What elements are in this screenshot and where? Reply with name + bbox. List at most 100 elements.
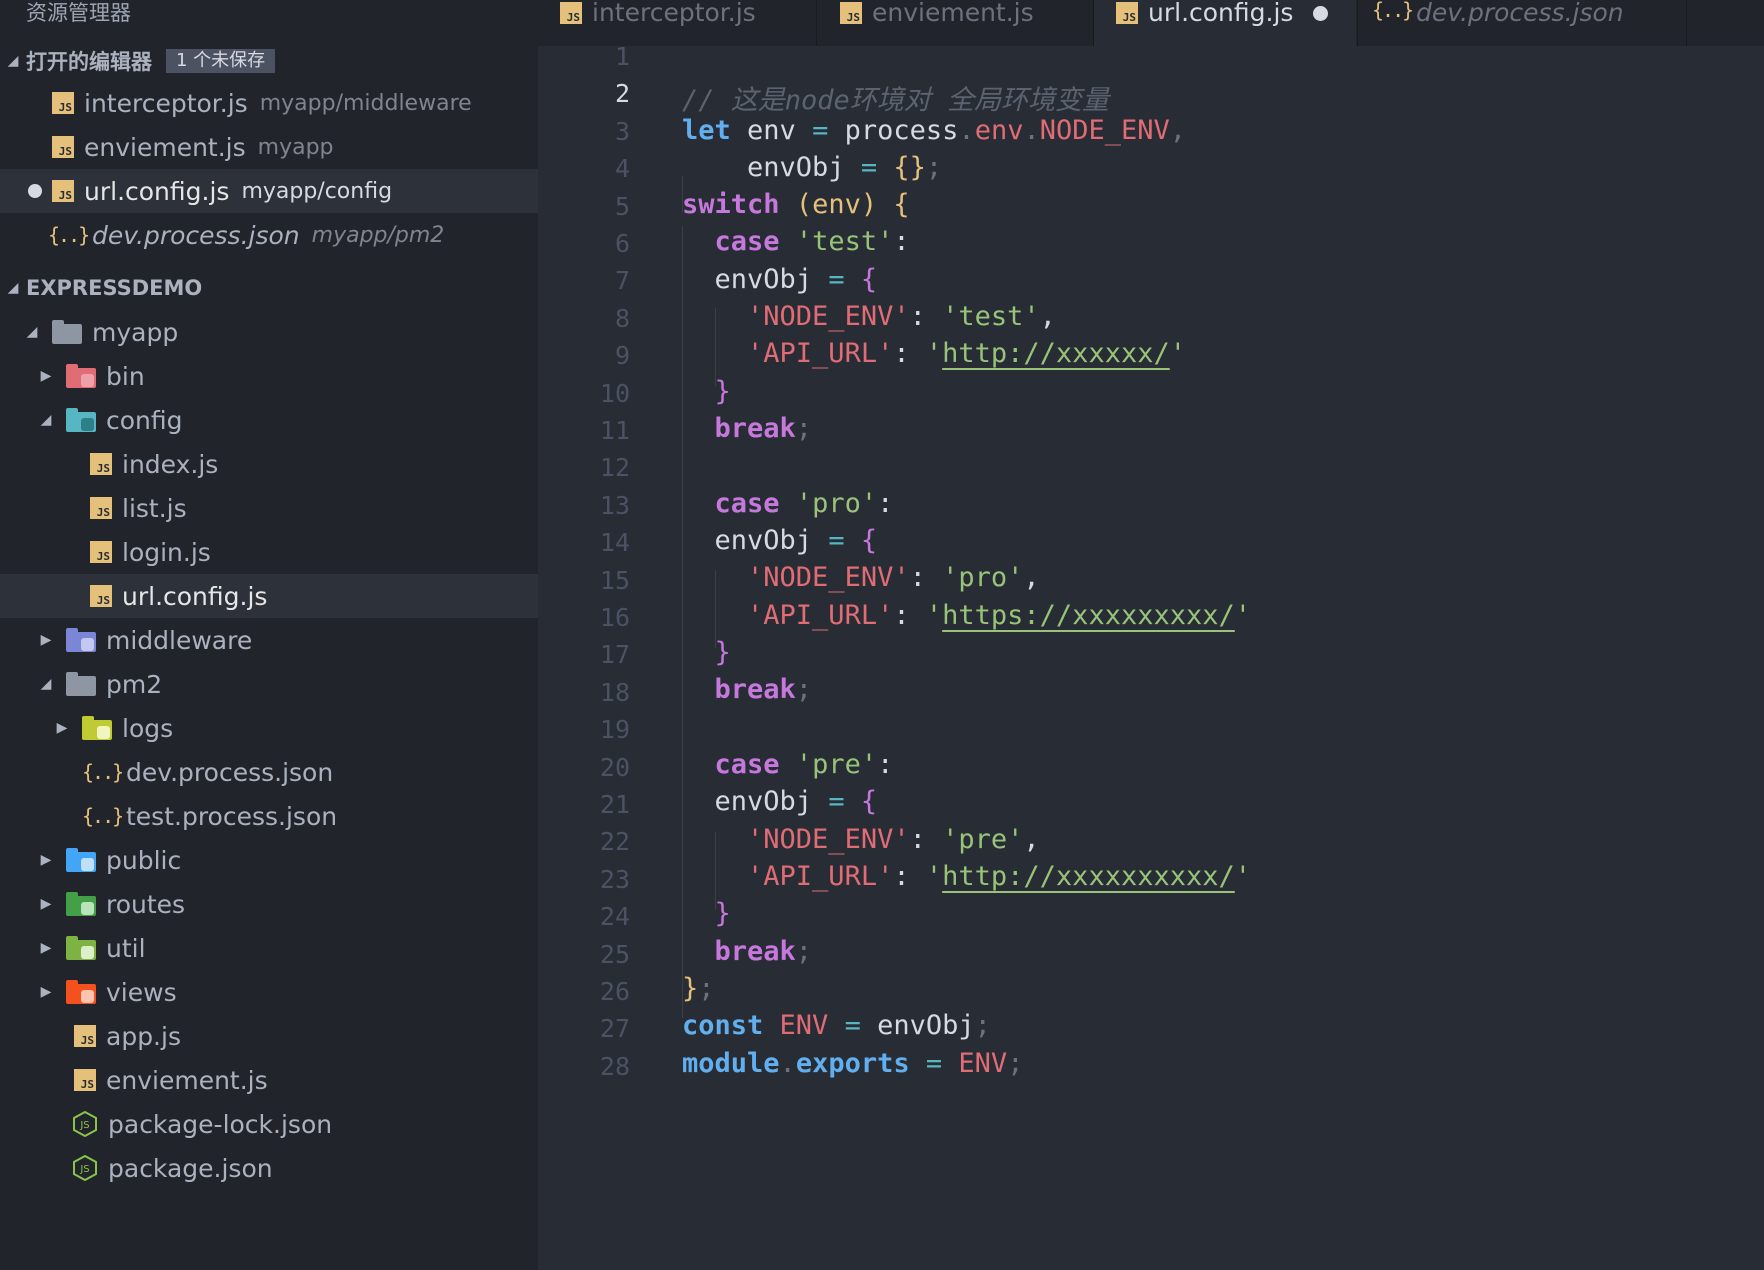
brace: {: [860, 525, 878, 556]
tab-interceptor[interactable]: JS interceptor.js: [560, 0, 810, 46]
project-header[interactable]: ◢ EXPRESSDEMO: [0, 267, 538, 309]
string: 'pre': [795, 749, 878, 780]
modified-dot-icon[interactable]: [1313, 6, 1329, 21]
tab-url-config[interactable]: JS url.config.js: [1094, 0, 1356, 46]
js-file-icon: JS: [52, 136, 74, 158]
line-number[interactable]: 3: [538, 117, 630, 146]
code-line-23: 'API_URL': 'http://xxxxxxxxxx/': [682, 861, 1251, 892]
tab-enviement[interactable]: JS enviement.js: [840, 0, 1090, 46]
logs-folder-icon: [82, 716, 112, 740]
svg-text:JS: JS: [79, 1120, 89, 1131]
punctuation: ;: [1007, 1048, 1024, 1079]
tree-label: index.js: [122, 449, 219, 479]
keyword: case: [714, 749, 780, 780]
punctuation: ;: [795, 936, 813, 967]
keyword: break: [714, 674, 796, 705]
open-editors-header[interactable]: ◢ 打开的编辑器 1 个未保存: [0, 40, 538, 82]
file-path: myapp/middleware: [259, 90, 472, 116]
line-number[interactable]: 8: [538, 304, 630, 333]
tree-file[interactable]: JS index.js: [0, 442, 538, 486]
open-editor-item-active[interactable]: JS url.config.js myapp/config: [0, 169, 538, 213]
tree-file[interactable]: {..} test.process.json: [0, 794, 538, 838]
tree-folder-myapp[interactable]: ◢ myapp: [0, 310, 538, 354]
keyword: break: [714, 936, 796, 967]
tree-folder-views[interactable]: ▶ views: [0, 970, 538, 1014]
line-number[interactable]: 23: [538, 865, 630, 894]
code-line-5: switch (env) {: [682, 189, 910, 220]
line-number[interactable]: 26: [538, 977, 630, 1006]
string-quote: ': [1234, 600, 1252, 631]
line-number[interactable]: 14: [538, 528, 630, 557]
tree-label: myapp: [92, 317, 179, 347]
tab-label: dev.process.json: [1416, 0, 1624, 27]
identifier: envObj: [714, 786, 813, 817]
tree-file[interactable]: JS list.js: [0, 486, 538, 530]
line-number[interactable]: 22: [538, 827, 630, 856]
line-number[interactable]: 1: [538, 42, 630, 71]
code-line-6: case 'test':: [682, 226, 910, 257]
line-number[interactable]: 24: [538, 902, 630, 931]
code-editor[interactable]: 1 2 3 4 5 6 7 8 9 10 11 12 13 14 15 16 17 18 19 20 21 22 23 24 2…: [538, 42, 1764, 1270]
tree-file[interactable]: JS login.js: [0, 530, 538, 574]
line-number[interactable]: 5: [538, 192, 630, 221]
code-line-16: 'API_URL': 'https://xxxxxxxxx/': [682, 600, 1251, 631]
line-number[interactable]: 4: [538, 154, 630, 183]
string: 'test': [795, 226, 894, 257]
punctuation: :: [877, 749, 894, 780]
tree-folder-bin[interactable]: ▶ bin: [0, 354, 538, 398]
tree-folder-util[interactable]: ▶ util: [0, 926, 538, 970]
line-number[interactable]: 20: [538, 753, 630, 782]
url-link[interactable]: https://xxxxxxxxx/: [942, 600, 1235, 631]
tab-dev-process[interactable]: {..} dev.process.json: [1372, 0, 1690, 46]
line-number[interactable]: 16: [538, 603, 630, 632]
string-key: 'NODE_ENV': [747, 562, 910, 593]
line-number[interactable]: 13: [538, 491, 630, 520]
tree-file-selected[interactable]: JS url.config.js: [0, 574, 538, 618]
tree-label: bin: [106, 361, 145, 391]
line-number[interactable]: 12: [538, 453, 630, 482]
punctuation: ,: [1039, 301, 1056, 332]
tree-folder-config[interactable]: ◢ config: [0, 398, 538, 442]
tree-label: util: [106, 933, 146, 963]
tree-folder-middleware[interactable]: ▶ middleware: [0, 618, 538, 662]
line-number[interactable]: 28: [538, 1052, 630, 1081]
tree-file[interactable]: JS package.json: [0, 1146, 538, 1190]
line-number[interactable]: 17: [538, 640, 630, 669]
tree-label: enviement.js: [106, 1065, 268, 1095]
js-file-icon: JS: [90, 497, 112, 519]
line-number[interactable]: 21: [538, 790, 630, 819]
line-number[interactable]: 9: [538, 341, 630, 370]
line-number[interactable]: 10: [538, 379, 630, 408]
line-number[interactable]: 7: [538, 266, 630, 295]
line-number[interactable]: 18: [538, 678, 630, 707]
code-line-21: envObj = {: [682, 786, 878, 817]
open-editor-item[interactable]: JS interceptor.js myapp/middleware: [0, 81, 538, 125]
collapsed-arrow-icon: ▶: [40, 852, 52, 868]
tree-file[interactable]: {..} dev.process.json: [0, 750, 538, 794]
operator: =: [844, 1010, 861, 1041]
line-number[interactable]: 11: [538, 416, 630, 445]
open-editor-item[interactable]: {..} dev.process.json myapp/pm2: [0, 213, 538, 257]
line-number[interactable]: 27: [538, 1014, 630, 1043]
url-link[interactable]: http://xxxxxx/: [942, 338, 1170, 369]
line-number[interactable]: 25: [538, 940, 630, 969]
url-link[interactable]: http://xxxxxxxxxx/: [942, 861, 1235, 892]
tree-file[interactable]: JS app.js: [0, 1014, 538, 1058]
line-number[interactable]: 6: [538, 229, 630, 258]
tree-file[interactable]: JS enviement.js: [0, 1058, 538, 1102]
open-editor-item[interactable]: JS enviement.js myapp: [0, 125, 538, 169]
line-number[interactable]: 19: [538, 715, 630, 744]
tree-folder-logs[interactable]: ▶ logs: [0, 706, 538, 750]
code-line-18: break;: [682, 674, 813, 705]
tree-label: dev.process.json: [126, 757, 334, 787]
unsaved-dot-icon[interactable]: [28, 184, 42, 198]
tree-label: app.js: [106, 1021, 181, 1051]
line-number[interactable]: 2: [538, 79, 630, 108]
tree-file[interactable]: JS package-lock.json: [0, 1102, 538, 1146]
operator: =: [828, 525, 845, 556]
tree-folder-public[interactable]: ▶ public: [0, 838, 538, 882]
tree-folder-routes[interactable]: ▶ routes: [0, 882, 538, 926]
line-number[interactable]: 15: [538, 566, 630, 595]
tree-folder-pm2[interactable]: ◢ pm2: [0, 662, 538, 706]
brace: }: [714, 376, 731, 407]
